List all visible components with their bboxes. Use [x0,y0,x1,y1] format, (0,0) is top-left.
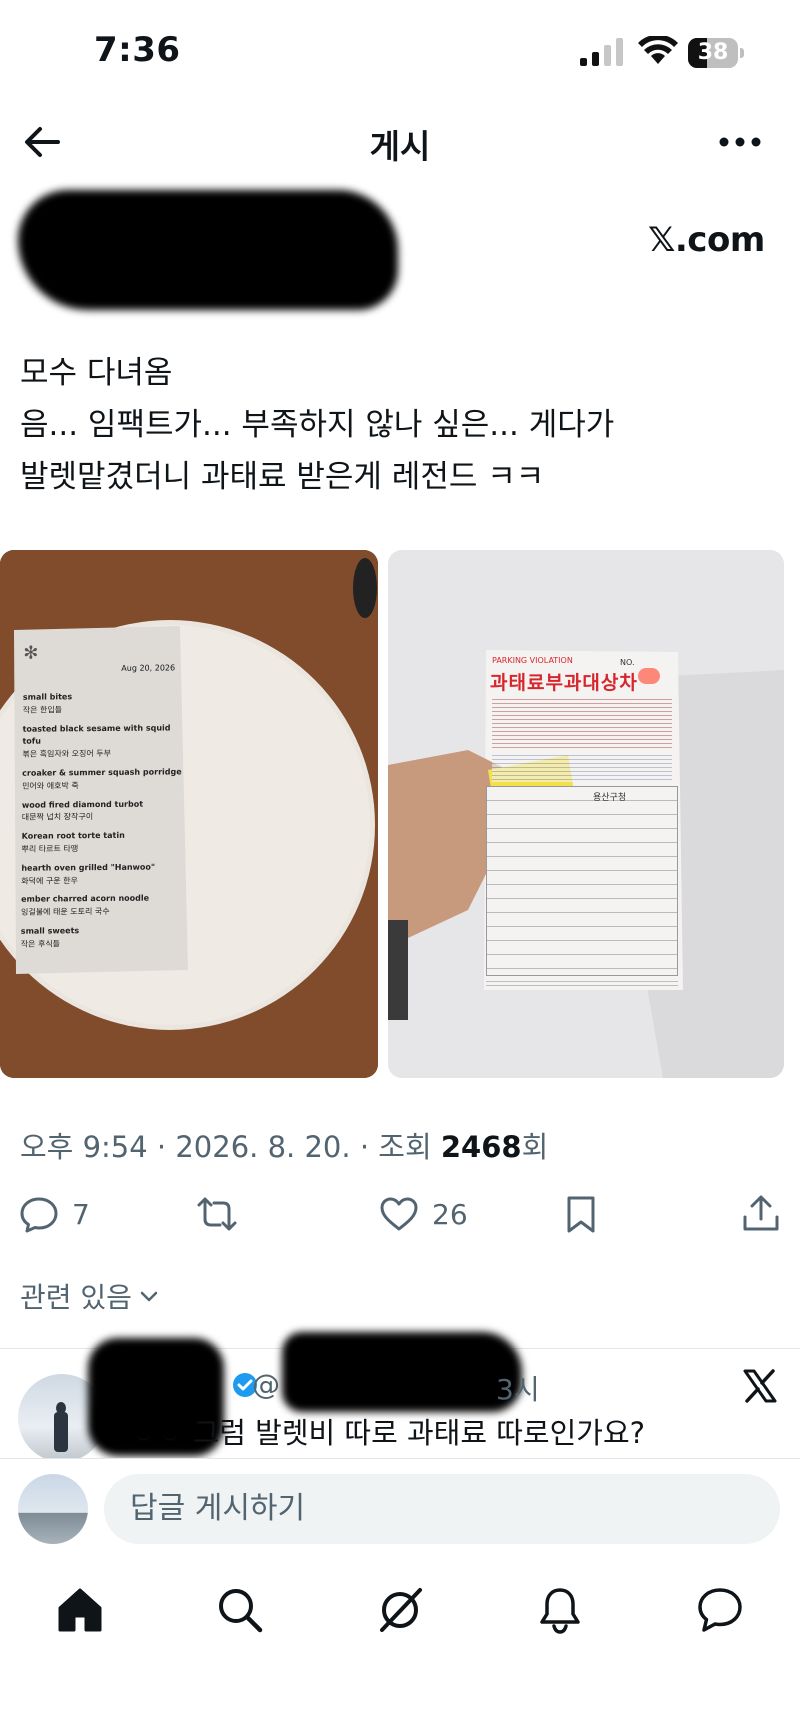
post-time: 오후 9:54 [20,1130,148,1164]
menu-item: 대문짝 넙치 장작구이 [21,812,94,823]
ticket-no-label: NO. [620,658,635,667]
repost-button[interactable] [196,1190,238,1238]
bookmark-button[interactable] [560,1190,602,1238]
wifi-icon [638,36,678,64]
reply-time: 3시 [496,1373,540,1406]
ticket-title: 과태료부과대상차 [490,672,638,694]
page-title: 게시 [369,127,431,166]
battery-level: 38 [697,40,729,65]
menu-item: 작은 후식들 [20,939,61,949]
post-date: 2026. 8. 20. [175,1130,351,1164]
post-text-line-2: 음... 임팩트가... 부족하지 않나 싶은... 게다가 [20,407,615,443]
like-count: 26 [432,1197,468,1231]
menu-item: croaker & summer squash porridge [22,767,182,778]
battery-indicator: 38 [688,38,744,68]
source-badge[interactable]: 𝕏.com [648,220,765,260]
reply-handle-redacted [282,1332,522,1412]
more-icon[interactable] [718,130,762,154]
menu-item: 민어와 애호박 죽 [22,780,79,791]
reply-text: ㅎㅎ 그럼 발렛비 따로 과태료 따로인가요? [130,1416,646,1450]
menu-item: 잉걸불에 태운 도토리 국수 [20,907,110,917]
menu-items: small bites 작은 한입들 toasted black sesame wi… [21,690,183,951]
related-label: 관련 있음 [20,1281,132,1314]
menu-item: 화덕에 구운 한우 [21,875,78,886]
home-icon[interactable] [54,1584,106,1636]
x-logo-icon[interactable] [742,1368,778,1404]
chevron-down-icon [140,1291,158,1302]
reply-count: 7 [72,1197,90,1231]
photo-menu[interactable]: ✻ Aug 20, 2026 small bites 작은 한입들 toasted … [0,550,378,1078]
repost-icon [197,1197,237,1231]
view-count: 2468 [440,1130,522,1164]
search-icon[interactable] [214,1584,266,1636]
menu-item: toasted black sesame with squid tofu [22,723,171,747]
ticket-form-table [486,786,678,976]
post-text-line-1: 모수 다녀옴 [20,355,173,391]
menu-card: ✻ Aug 20, 2026 small bites 작은 한입들 toasted … [21,641,184,951]
menu-item: 볶은 흑임자와 오징어 두부 [22,749,112,759]
related-toggle[interactable]: 관련 있음 [20,1276,160,1316]
reply-input[interactable]: 답글 게시하기 [104,1474,780,1544]
post-text-line-3: 발렛맡겼더니 과태료 받은게 레전드 ㅋㅋ [20,459,545,495]
like-button[interactable]: 26 [378,1190,468,1238]
author-redacted[interactable] [18,190,398,310]
share-icon [743,1195,779,1231]
ticket-footer [486,978,678,988]
menu-item: 뿌리 타르트 타땡 [21,844,79,854]
ticket-header-en: PARKING VIOLATION [492,656,573,665]
grok-icon[interactable] [374,1584,426,1636]
views-label: 조회 [378,1130,432,1164]
cellular-signal-icon [580,38,623,66]
like-icon [380,1197,418,1231]
photo-ticket[interactable]: PARKING VIOLATION NO. 과태료부과대상차 용산구청 [388,550,784,1078]
share-button[interactable] [740,1190,782,1238]
menu-logo: ✻ [23,642,39,664]
status-time: 7:36 [94,30,181,70]
bookmark-icon [567,1196,595,1233]
reply-icon [20,1197,58,1233]
my-avatar[interactable] [18,1474,88,1544]
ticket-body-text-2 [492,752,672,782]
messages-icon[interactable] [694,1584,746,1636]
menu-date: Aug 20, 2026 [121,663,176,673]
post-meta: 오후 9:54 · 2026. 8. 20. · 조회 2468회 [20,1130,549,1164]
ticket-body-text [492,696,672,748]
menu-item: 작은 한입들 [22,705,63,715]
reply-button[interactable]: 7 [18,1190,90,1238]
notifications-icon[interactable] [534,1584,586,1636]
ticket-issuer: 용산구청 [593,793,627,803]
